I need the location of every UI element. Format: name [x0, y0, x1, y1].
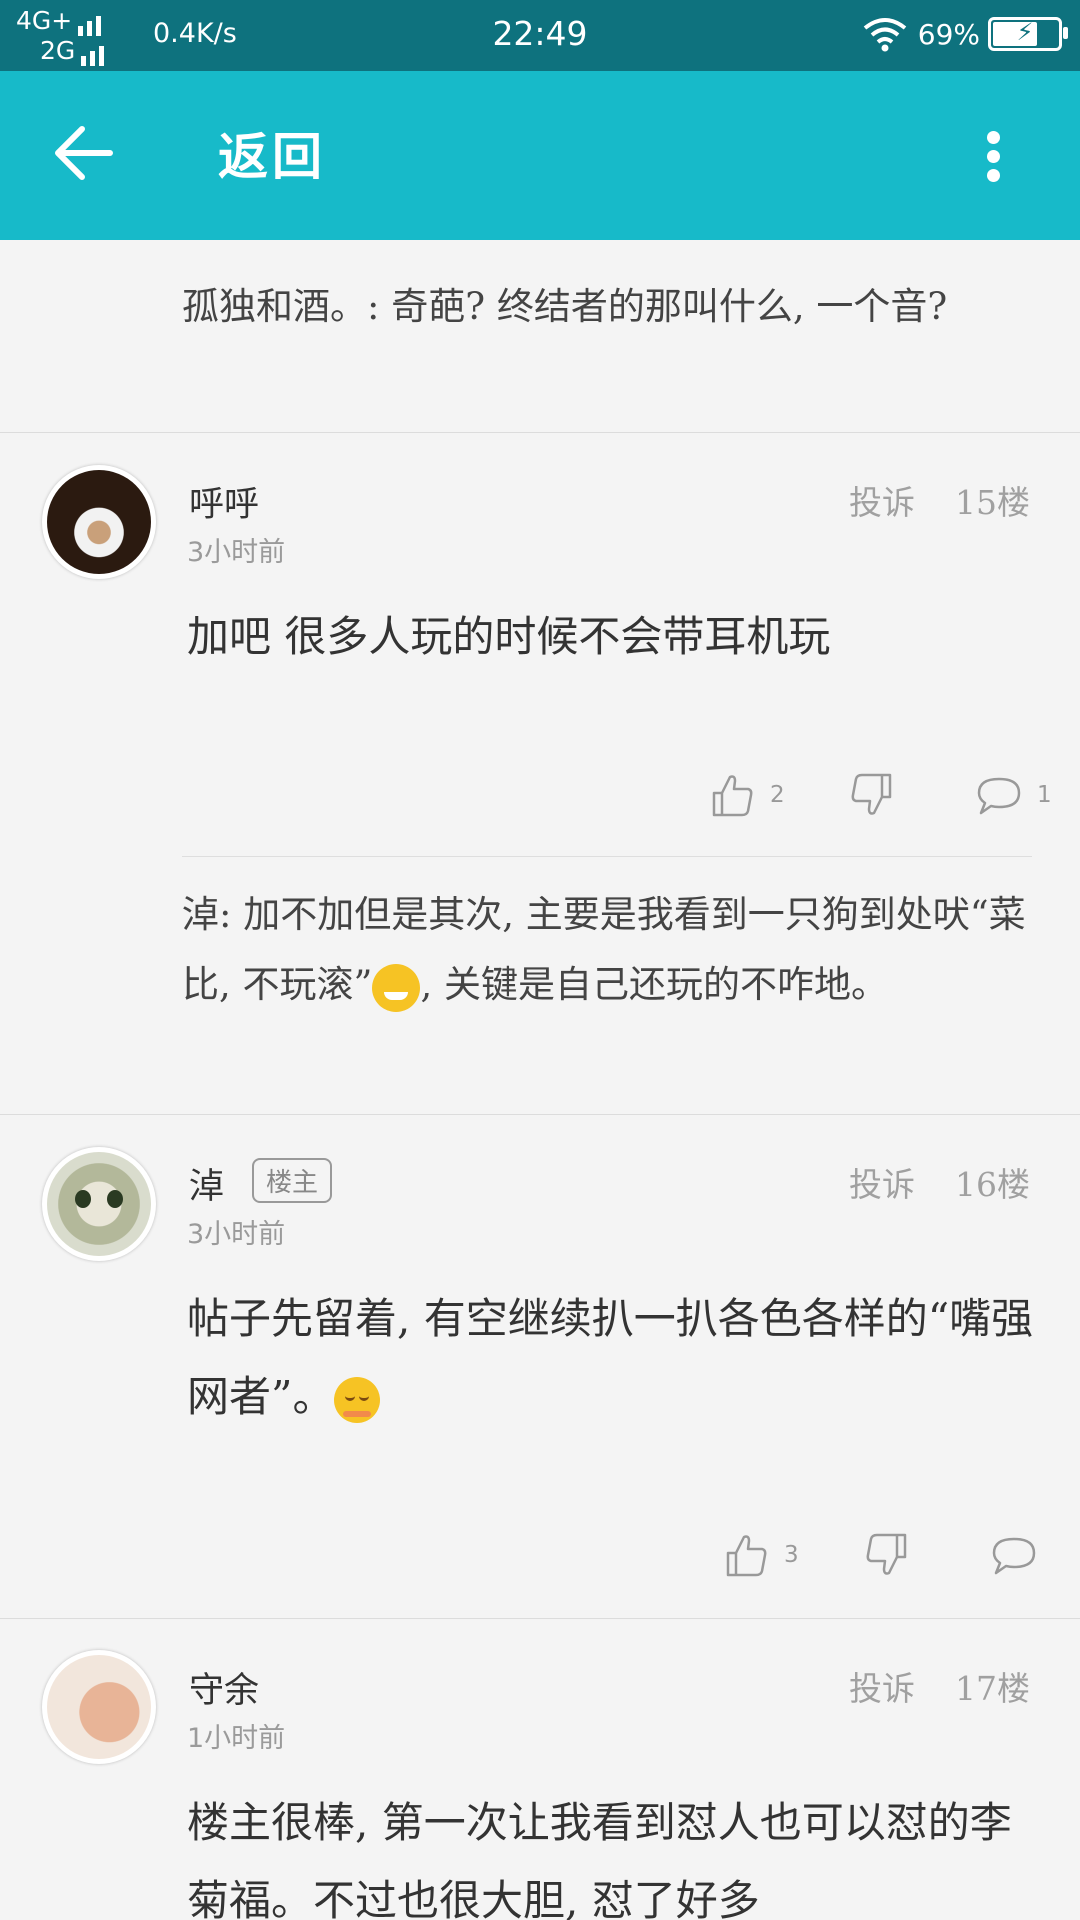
avatar[interactable] — [42, 465, 156, 579]
dislike-button[interactable] — [863, 1530, 911, 1580]
thumbs-down-icon — [866, 1533, 907, 1575]
battery-percent: 69% — [917, 17, 980, 51]
status-bar: 4G+ 2G 0.4K/s 22:49 69% ⚡ — [0, 0, 1080, 71]
like-count: 2 — [770, 782, 785, 808]
floor-number: 16楼 — [955, 1165, 1030, 1204]
thumbs-down-icon — [851, 773, 892, 815]
reply-button[interactable]: 1 — [975, 770, 1052, 820]
report-button[interactable]: 投诉 — [849, 476, 915, 524]
wifi-icon — [863, 18, 907, 52]
like-count: 3 — [784, 1542, 799, 1568]
blushing-emoji-icon — [334, 1377, 381, 1423]
back-arrow-icon[interactable] — [52, 123, 116, 183]
battery-icon: ⚡ — [988, 17, 1068, 51]
sub-reply[interactable]: 淖: 加不加但是其次, 主要是我看到一只狗到处吠“菜比, 不玩滚”, 关键是自己… — [182, 880, 1042, 1020]
previous-reply-text: 孤独和酒。: 奇葩? 终结者的那叫什么, 一个音? — [182, 285, 948, 328]
avatar[interactable] — [42, 1650, 156, 1764]
owner-badge: 楼主 — [252, 1158, 333, 1203]
username[interactable]: 淖 — [189, 1158, 224, 1209]
divider — [182, 856, 1032, 857]
dislike-button[interactable] — [848, 770, 896, 820]
reply-count: 1 — [1037, 782, 1052, 808]
report-button[interactable]: 投诉 — [849, 1158, 915, 1206]
app-bar: 返回 — [0, 71, 1080, 240]
comment-time: 3小时前 — [187, 537, 286, 568]
thumbs-up-icon — [712, 775, 753, 817]
floor-number: 17楼 — [955, 1669, 1030, 1708]
more-options-icon[interactable] — [980, 131, 1006, 191]
comment-bubble-icon — [977, 777, 1021, 815]
report-button[interactable]: 投诉 — [849, 1662, 915, 1710]
divider — [0, 432, 1080, 433]
comment-time: 3小时前 — [187, 1219, 286, 1250]
floor-number: 15楼 — [955, 483, 1030, 522]
comment-body: 帖子先留着, 有空继续扒一扒各色各样的“嘴强网者”。 — [187, 1294, 1034, 1423]
like-button[interactable]: 3 — [722, 1530, 799, 1580]
comment-body: 楼主很棒, 第一次让我看到怼人也可以怼的李菊福。不过也很大胆, 怼了好多 — [187, 1798, 1012, 1920]
reply-button[interactable] — [990, 1530, 1038, 1580]
username[interactable]: 呼呼 — [189, 476, 259, 527]
divider — [0, 1114, 1080, 1115]
grinning-emoji-icon — [372, 963, 421, 1012]
like-button[interactable]: 2 — [708, 770, 785, 820]
page-title[interactable]: 返回 — [218, 117, 326, 189]
thumbs-up-icon — [726, 1535, 767, 1577]
divider — [0, 1618, 1080, 1619]
comment-list: 孤独和酒。: 奇葩? 终结者的那叫什么, 一个音? 呼呼 3小时前 投诉 15楼… — [0, 240, 1080, 1920]
username[interactable]: 守余 — [189, 1662, 259, 1713]
comment-body: 加吧 很多人玩的时候不会带耳机玩 — [187, 612, 831, 661]
avatar[interactable] — [42, 1147, 156, 1261]
comment-bubble-icon — [992, 1537, 1036, 1575]
comment-time: 1小时前 — [187, 1723, 286, 1754]
